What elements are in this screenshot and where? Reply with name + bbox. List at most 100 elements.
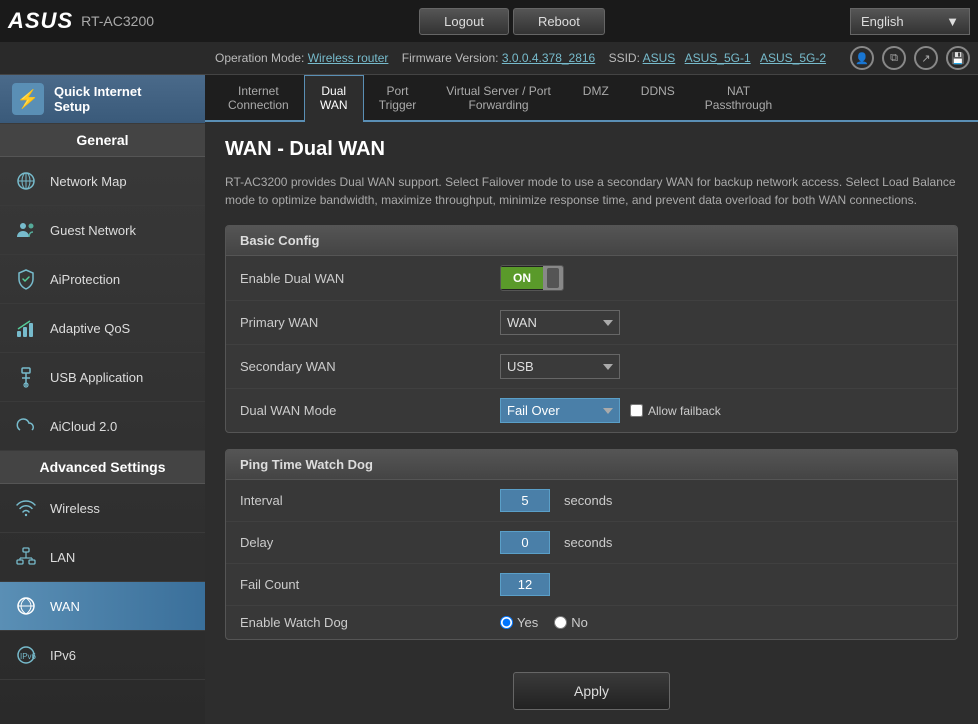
ipv6-icon: IPv6 (12, 641, 40, 669)
fw-value[interactable]: 3.0.0.4.378_2816 (502, 51, 595, 65)
watchdog-yes-text: Yes (517, 615, 538, 630)
usb-icon (12, 363, 40, 391)
secondary-wan-label: Secondary WAN (240, 359, 500, 374)
tab-nat-passthrough[interactable]: NATPassthrough (690, 75, 787, 120)
ssid3-link[interactable]: ASUS_5G-2 (760, 51, 826, 65)
network-map-icon (12, 167, 40, 195)
top-bar: ASUS RT-AC3200 Logout Reboot English ▼ (0, 0, 978, 42)
enable-dual-wan-label: Enable Dual WAN (240, 271, 500, 286)
sidebar-label-lan: LAN (50, 550, 75, 565)
watchdog-yes-radio[interactable] (500, 616, 513, 629)
sidebar-item-wireless[interactable]: Wireless (0, 484, 205, 533)
fail-count-input[interactable] (500, 573, 550, 596)
logout-button[interactable]: Logout (419, 8, 509, 35)
watchdog-yes-label[interactable]: Yes (500, 615, 538, 630)
config-row-delay: Delay seconds (226, 522, 957, 564)
delay-control: seconds (500, 531, 612, 554)
sidebar-item-usb-application[interactable]: USB Application (0, 353, 205, 402)
svg-text:IPv6: IPv6 (20, 652, 37, 661)
sidebar-item-network-map[interactable]: Network Map (0, 157, 205, 206)
top-buttons: Logout Reboot (174, 8, 850, 35)
page-content: WAN - Dual WAN RT-AC3200 provides Dual W… (205, 122, 978, 724)
sidebar-item-adaptive-qos[interactable]: Adaptive QoS (0, 304, 205, 353)
main-layout: ⚡ Quick InternetSetup General Network Ma… (0, 75, 978, 724)
info-bar-icons: 👤 ⧉ ↗ 💾 (850, 46, 970, 70)
enable-watchdog-label: Enable Watch Dog (240, 615, 500, 630)
config-row-fail-count: Fail Count (226, 564, 957, 606)
sidebar: ⚡ Quick InternetSetup General Network Ma… (0, 75, 205, 724)
dual-wan-toggle[interactable]: ON (500, 265, 564, 291)
secondary-wan-control: USB WAN (500, 354, 620, 379)
sidebar-item-quick-setup[interactable]: ⚡ Quick InternetSetup (0, 75, 205, 124)
guest-network-icon (12, 216, 40, 244)
sidebar-item-aiprotection[interactable]: AiProtection (0, 255, 205, 304)
allow-failback-label[interactable]: Allow failback (630, 404, 721, 418)
sidebar-label-ipv6: IPv6 (50, 648, 76, 663)
sidebar-item-lan[interactable]: LAN (0, 533, 205, 582)
page-title: WAN - Dual WAN (225, 138, 958, 161)
copy-icon[interactable]: ⧉ (882, 46, 906, 70)
logo-model-text: RT-AC3200 (81, 13, 154, 29)
fail-count-label: Fail Count (240, 577, 500, 592)
watchdog-no-label[interactable]: No (554, 615, 588, 630)
apply-button[interactable]: Apply (513, 672, 670, 710)
config-row-interval: Interval seconds (226, 480, 957, 522)
interval-input[interactable] (500, 489, 550, 512)
sidebar-item-aicloud[interactable]: AiCloud 2.0 (0, 402, 205, 451)
config-row-secondary-wan: Secondary WAN USB WAN (226, 345, 957, 389)
sidebar-item-wan[interactable]: WAN (0, 582, 205, 631)
reboot-button[interactable]: Reboot (513, 8, 605, 35)
delay-input[interactable] (500, 531, 550, 554)
logo: ASUS RT-AC3200 (8, 8, 154, 34)
config-row-enable-watchdog: Enable Watch Dog Yes No (226, 606, 957, 639)
wan-icon (12, 592, 40, 620)
watchdog-no-radio[interactable] (554, 616, 567, 629)
save-icon[interactable]: 💾 (946, 46, 970, 70)
sidebar-section-advanced: Advanced Settings (0, 451, 205, 484)
apply-btn-row: Apply (225, 656, 958, 724)
sidebar-label-guest-network: Guest Network (50, 223, 136, 238)
tab-dual-wan[interactable]: DualWAN (304, 75, 364, 122)
interval-label: Interval (240, 493, 500, 508)
interval-unit: seconds (564, 493, 612, 508)
adaptive-qos-icon (12, 314, 40, 342)
ssid2-link[interactable]: ASUS_5G-1 (685, 51, 751, 65)
allow-failback-checkbox[interactable] (630, 404, 643, 417)
sidebar-item-guest-network[interactable]: Guest Network (0, 206, 205, 255)
language-label: English (861, 14, 904, 29)
op-mode-label: Operation Mode: (215, 51, 304, 65)
secondary-wan-select[interactable]: USB WAN (500, 354, 620, 379)
ssid-label: SSID: (609, 51, 640, 65)
ping-watchdog-section: Ping Time Watch Dog Interval seconds Del… (225, 449, 958, 640)
config-row-primary-wan: Primary WAN WAN USB (226, 301, 957, 345)
primary-wan-control: WAN USB (500, 310, 620, 335)
interval-control: seconds (500, 489, 612, 512)
fw-label: Firmware Version: (402, 51, 499, 65)
primary-wan-select[interactable]: WAN USB (500, 310, 620, 335)
watchdog-radio-group: Yes No (500, 615, 588, 630)
user-icon[interactable]: 👤 (850, 46, 874, 70)
tab-ddns[interactable]: DDNS (626, 75, 690, 120)
tab-internet-connection[interactable]: InternetConnection (213, 75, 304, 120)
ping-watchdog-header: Ping Time Watch Dog (226, 450, 957, 480)
info-bar: Operation Mode: Wireless router Firmware… (0, 42, 978, 75)
dual-wan-mode-select[interactable]: Fail Over Load Balance (500, 398, 620, 423)
config-row-enable-dual-wan: Enable Dual WAN ON (226, 256, 957, 301)
config-row-dual-wan-mode: Dual WAN Mode Fail Over Load Balance All… (226, 389, 957, 432)
toggle-on-label: ON (501, 267, 543, 289)
ssid1-link[interactable]: ASUS (643, 51, 676, 65)
top-right: English ▼ (850, 8, 970, 35)
tab-virtual-server[interactable]: Virtual Server / PortForwarding (431, 75, 565, 120)
tab-port-trigger[interactable]: PortTrigger (364, 75, 432, 120)
language-selector[interactable]: English ▼ (850, 8, 970, 35)
sidebar-label-network-map: Network Map (50, 174, 127, 189)
sidebar-label-aicloud: AiCloud 2.0 (50, 419, 117, 434)
basic-config-section: Basic Config Enable Dual WAN ON Primary … (225, 225, 958, 433)
share-icon[interactable]: ↗ (914, 46, 938, 70)
op-mode-value[interactable]: Wireless router (308, 51, 389, 65)
tab-dmz[interactable]: DMZ (566, 75, 626, 120)
sidebar-item-ipv6[interactable]: IPv6 IPv6 (0, 631, 205, 680)
sidebar-label-aiprotection: AiProtection (50, 272, 120, 287)
aiprotection-icon (12, 265, 40, 293)
delay-unit: seconds (564, 535, 612, 550)
